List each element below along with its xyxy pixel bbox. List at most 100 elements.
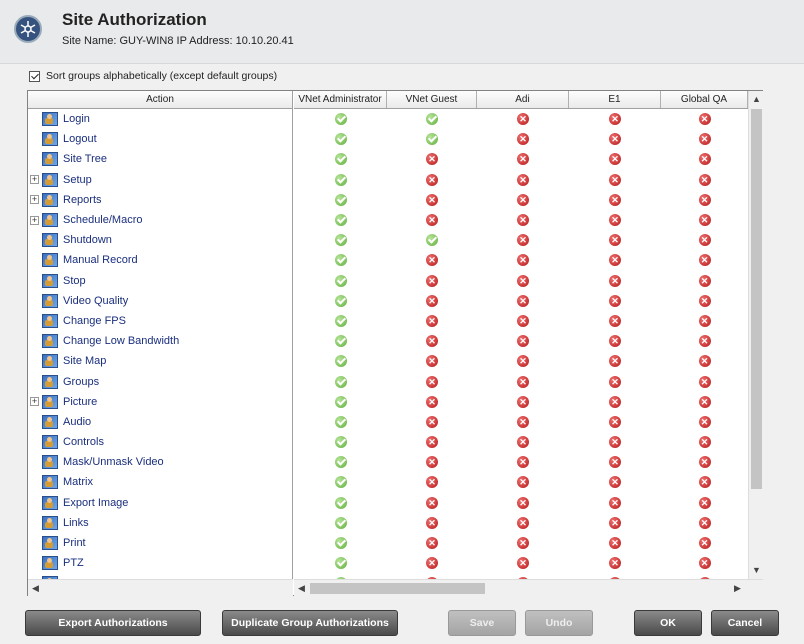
red-x-icon[interactable]: ✕	[698, 254, 711, 267]
permission-cell[interactable]	[294, 254, 387, 267]
red-x-icon[interactable]: ✕	[426, 274, 438, 287]
permission-cell[interactable]: ✕	[569, 113, 661, 126]
scroll-up-icon[interactable]: ▲	[752, 94, 761, 104]
permission-cell[interactable]: ✕	[569, 537, 661, 550]
red-x-icon[interactable]: ✕	[517, 254, 529, 267]
permission-cell[interactable]: ✕	[569, 375, 661, 388]
red-x-icon[interactable]: ✕	[517, 314, 529, 327]
permission-cell[interactable]: ✕	[661, 234, 748, 247]
permission-cell[interactable]: ✕	[387, 557, 477, 570]
permission-cell[interactable]	[294, 436, 387, 449]
group-column-header[interactable]: E1	[569, 91, 661, 108]
permission-cell[interactable]: ✕	[661, 133, 748, 146]
action-row[interactable]: Site Tree	[28, 149, 292, 169]
permission-cell[interactable]: ✕	[387, 254, 477, 267]
permission-cell[interactable]: ✕	[477, 496, 569, 509]
permission-cell[interactable]: ✕	[661, 395, 748, 408]
permission-cell[interactable]: ✕	[661, 375, 748, 388]
action-row[interactable]: Print	[28, 533, 292, 553]
permission-cell[interactable]: ✕	[387, 274, 477, 287]
permission-cell[interactable]: ✕	[661, 214, 748, 227]
red-x-icon[interactable]: ✕	[698, 193, 711, 206]
permission-cell[interactable]	[294, 516, 387, 529]
permission-cell[interactable]: ✕	[661, 496, 748, 509]
action-row[interactable]: Audio	[28, 412, 292, 432]
permission-cell[interactable]: ✕	[387, 173, 477, 186]
green-check-icon[interactable]	[426, 234, 438, 247]
red-x-icon[interactable]: ✕	[698, 153, 711, 166]
red-x-icon[interactable]: ✕	[426, 537, 438, 550]
red-x-icon[interactable]: ✕	[517, 173, 529, 186]
red-x-icon[interactable]: ✕	[698, 375, 711, 388]
permission-cell[interactable]: ✕	[477, 294, 569, 307]
action-row[interactable]: + Setup	[28, 170, 292, 190]
green-check-icon[interactable]	[334, 193, 347, 206]
permission-cell[interactable]: ✕	[387, 294, 477, 307]
green-check-icon[interactable]	[334, 294, 347, 307]
red-x-icon[interactable]: ✕	[609, 476, 621, 489]
red-x-icon[interactable]: ✕	[609, 113, 621, 126]
permission-cell[interactable]: ✕	[387, 456, 477, 469]
permission-cell[interactable]	[294, 234, 387, 247]
action-row[interactable]: PTZ	[28, 553, 292, 573]
red-x-icon[interactable]: ✕	[609, 537, 621, 550]
permission-cell[interactable]: ✕	[387, 436, 477, 449]
permission-cell[interactable]: ✕	[477, 516, 569, 529]
red-x-icon[interactable]: ✕	[426, 294, 438, 307]
permission-cell[interactable]: ✕	[387, 193, 477, 206]
red-x-icon[interactable]: ✕	[517, 375, 529, 388]
vertical-scrollbar[interactable]: ▲ ▼	[748, 91, 763, 579]
permission-cell[interactable]: ✕	[477, 173, 569, 186]
red-x-icon[interactable]: ✕	[426, 476, 438, 489]
red-x-icon[interactable]: ✕	[609, 193, 621, 206]
red-x-icon[interactable]: ✕	[698, 537, 711, 550]
permission-cell[interactable]	[294, 456, 387, 469]
permission-cell[interactable]: ✕	[387, 335, 477, 348]
action-row[interactable]: Groups	[28, 371, 292, 391]
permission-cell[interactable]: ✕	[569, 254, 661, 267]
red-x-icon[interactable]: ✕	[698, 496, 711, 509]
red-x-icon[interactable]: ✕	[698, 314, 711, 327]
red-x-icon[interactable]: ✕	[609, 456, 621, 469]
permission-cell[interactable]: ✕	[569, 415, 661, 428]
permission-cell[interactable]: ✕	[569, 557, 661, 570]
undo-button[interactable]: Undo	[525, 610, 593, 636]
export-authorizations-button[interactable]: Export Authorizations	[25, 610, 201, 636]
action-row[interactable]: + Reports	[28, 190, 292, 210]
permission-cell[interactable]: ✕	[477, 274, 569, 287]
red-x-icon[interactable]: ✕	[609, 234, 621, 247]
permission-cell[interactable]	[294, 476, 387, 489]
green-check-icon[interactable]	[334, 355, 347, 368]
green-check-icon[interactable]	[334, 415, 347, 428]
sort-groups-option[interactable]: Sort groups alphabetically (except defau…	[29, 68, 277, 84]
green-check-icon[interactable]	[334, 214, 347, 227]
permission-cell[interactable]: ✕	[477, 214, 569, 227]
permission-cell[interactable]: ✕	[569, 214, 661, 227]
red-x-icon[interactable]: ✕	[609, 436, 621, 449]
action-row[interactable]: Mask/Unmask Video	[28, 452, 292, 472]
scroll-down-icon[interactable]: ▼	[752, 565, 761, 575]
permission-cell[interactable]: ✕	[661, 415, 748, 428]
permission-cell[interactable]: ✕	[569, 314, 661, 327]
permission-cell[interactable]: ✕	[661, 113, 748, 126]
permission-cell[interactable]	[387, 234, 477, 247]
permission-cell[interactable]: ✕	[661, 193, 748, 206]
red-x-icon[interactable]: ✕	[517, 214, 529, 227]
permission-cell[interactable]	[294, 294, 387, 307]
green-check-icon[interactable]	[334, 436, 347, 449]
green-check-icon[interactable]	[334, 314, 347, 327]
permission-cell[interactable]: ✕	[661, 335, 748, 348]
permission-cell[interactable]: ✕	[477, 415, 569, 428]
red-x-icon[interactable]: ✕	[609, 274, 621, 287]
permission-cell[interactable]	[294, 335, 387, 348]
action-row[interactable]: Site Map	[28, 351, 292, 371]
permission-cell[interactable]	[294, 113, 387, 126]
permission-cell[interactable]	[294, 355, 387, 368]
red-x-icon[interactable]: ✕	[609, 395, 621, 408]
action-row[interactable]: Stop	[28, 271, 292, 291]
action-row[interactable]: Video Quality	[28, 291, 292, 311]
permission-cell[interactable]: ✕	[477, 254, 569, 267]
green-check-icon[interactable]	[334, 537, 347, 550]
permission-cell[interactable]: ✕	[477, 395, 569, 408]
permission-cell[interactable]: ✕	[477, 436, 569, 449]
